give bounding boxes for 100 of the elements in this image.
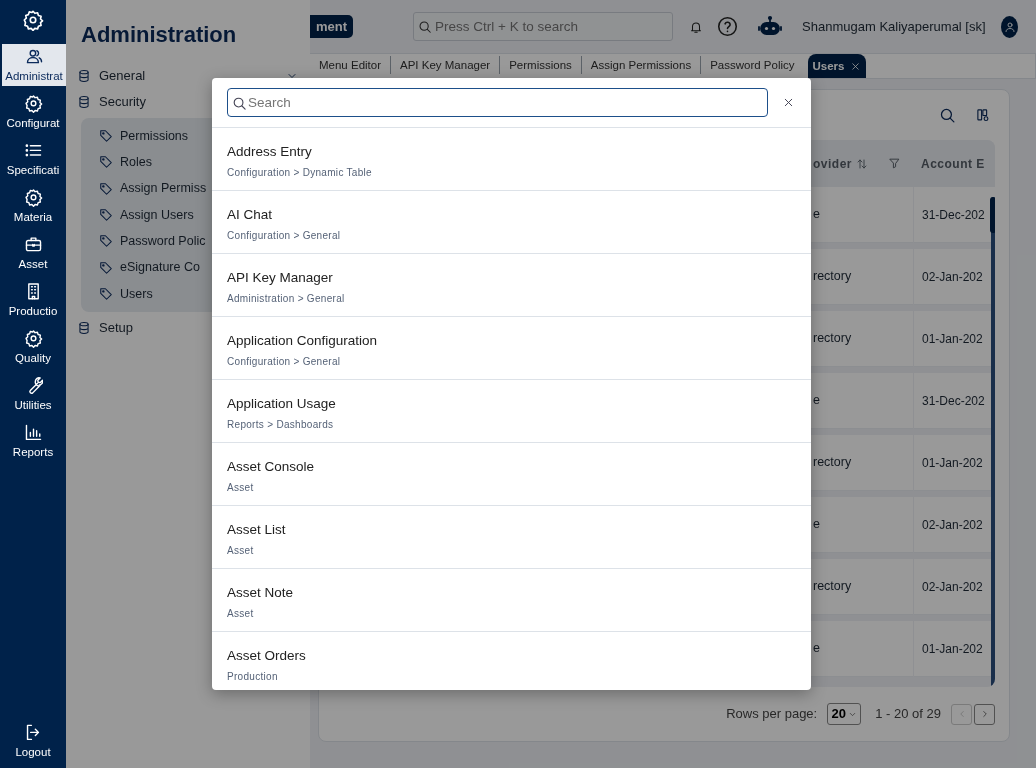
gear-icon [23, 188, 43, 207]
nav-group[interactable]: General [76, 63, 310, 89]
tab[interactable]: Assign Permissions [580, 56, 701, 74]
scrollbar-thumb[interactable] [990, 197, 995, 233]
rail-item[interactable]: Utilities [0, 373, 66, 415]
search-result[interactable]: Asset Note Asset [212, 569, 811, 632]
tab[interactable]: Menu Editor [310, 56, 390, 74]
user-name[interactable]: Shanmugam Kaliyaperumal [sk] [802, 16, 986, 37]
rows-per-page-label: Rows per page: [726, 705, 818, 724]
table-cell-text: rectory [813, 268, 852, 286]
table-cell-text: 02-Jan-202 [922, 578, 983, 596]
result-path: Configuration > General [227, 229, 341, 244]
table-cell-text: 02-Jan-202 [922, 268, 983, 286]
table-cell-text: 31-Dec-202 [922, 206, 985, 224]
table-cell-text: rectory [813, 330, 852, 348]
rail-item[interactable]: Reports [0, 420, 66, 462]
rail-item[interactable]: Productio [0, 279, 66, 321]
close-button[interactable] [782, 96, 795, 109]
rail-item[interactable]: Asset [0, 232, 66, 274]
tag-icon [99, 208, 113, 223]
tab[interactable]: Permissions [499, 56, 581, 74]
search-result[interactable]: Address Entry Configuration > Dynamic Table [212, 128, 811, 191]
rail-item[interactable]: Configurat [0, 91, 66, 133]
search-icon [418, 20, 433, 34]
columns-icon[interactable] [976, 107, 991, 123]
logout-button[interactable]: Logout [0, 720, 66, 762]
search-result[interactable]: Application Usage Reports > Dashboards [212, 380, 811, 443]
table-cell-text: 01-Jan-202 [922, 454, 983, 472]
table-cell-text: 01-Jan-202 [922, 330, 983, 348]
result-title: Asset Note [227, 584, 294, 602]
result-title: AI Chat [227, 206, 273, 224]
tag-icon [99, 181, 113, 196]
table-cell-text: e [813, 392, 820, 410]
page-range: 1 - 20 of 29 [875, 705, 941, 724]
search-result[interactable]: AI Chat Configuration > General [212, 191, 811, 254]
rail-item[interactable]: Administrat [2, 44, 66, 86]
rail-item[interactable]: Quality [0, 326, 66, 368]
title-badge: ment [310, 14, 354, 39]
tag-icon [99, 234, 113, 249]
result-path: Asset [227, 607, 254, 622]
search-icon[interactable] [939, 106, 956, 124]
table-cell-text: 02-Jan-202 [922, 516, 983, 534]
table-cell-text: rectory [813, 454, 852, 472]
result-title: Asset List [227, 521, 286, 539]
result-path: Reports > Dashboards [227, 418, 334, 433]
next-page-button[interactable] [974, 703, 995, 725]
result-path: Administration > General [227, 292, 345, 307]
result-title: Address Entry [227, 143, 312, 161]
result-path: Asset [227, 481, 254, 496]
result-title: Application Configuration [227, 332, 378, 350]
tab[interactable]: Password Policy [700, 56, 804, 74]
result-title: Asset Console [227, 458, 315, 476]
filter-icon[interactable] [888, 157, 901, 170]
tag-icon [99, 260, 113, 275]
result-path: Asset [227, 544, 254, 559]
result-title: API Key Manager [227, 269, 333, 287]
column-header[interactable]: ovider [813, 154, 852, 173]
tag-icon [99, 129, 113, 144]
database-icon [77, 95, 91, 109]
result-title: Application Usage [227, 395, 336, 413]
table-cell-text: e [813, 206, 820, 224]
help-icon[interactable] [717, 16, 739, 37]
search-result[interactable]: Asset Orders Production [212, 632, 811, 690]
table-cell-text: rectory [813, 578, 852, 596]
avatar-icon[interactable] [1001, 15, 1018, 38]
tag-icon [99, 155, 113, 170]
people-icon [24, 47, 44, 66]
result-path: Configuration > General [227, 355, 341, 370]
table-cell-text: 01-Jan-202 [922, 640, 983, 658]
close-icon[interactable] [850, 60, 862, 72]
page-size-select[interactable]: 20 [827, 703, 862, 725]
search-result[interactable]: API Key Manager Administration > General [212, 254, 811, 317]
table-cell-text: e [813, 516, 820, 534]
panel-title: Administration [81, 21, 238, 49]
close-icon [782, 96, 795, 109]
gear-icon [22, 9, 44, 31]
bar-chart-icon [23, 423, 43, 442]
search-result[interactable]: Application Configuration Configuration > General [212, 317, 811, 380]
tab[interactable]: Users [807, 54, 867, 78]
tag-icon [99, 286, 113, 301]
database-icon [77, 69, 91, 83]
table-cell-text: 31-Dec-202 [922, 392, 985, 410]
person-icon [1003, 20, 1016, 33]
search-icon [232, 96, 247, 111]
column-header[interactable]: Account E [921, 156, 985, 171]
rail-item[interactable]: Specificati [0, 138, 66, 180]
tab[interactable]: API Key Manager [390, 56, 500, 74]
result-path: Configuration > Dynamic Table [227, 166, 372, 181]
bell-icon[interactable] [689, 19, 704, 34]
search-result[interactable]: Asset List Asset [212, 506, 811, 569]
briefcase-icon [23, 235, 43, 254]
result-title: Asset Orders [227, 647, 306, 665]
database-icon [77, 321, 91, 336]
search-field[interactable]: Search [227, 88, 768, 117]
search-result[interactable]: Asset Console Asset [212, 443, 811, 506]
gear-icon [23, 329, 43, 348]
gear-icon [23, 94, 43, 113]
result-path: Production [227, 670, 278, 685]
rail-item[interactable]: Materia [0, 185, 66, 227]
table-cell-text: e [813, 640, 820, 658]
